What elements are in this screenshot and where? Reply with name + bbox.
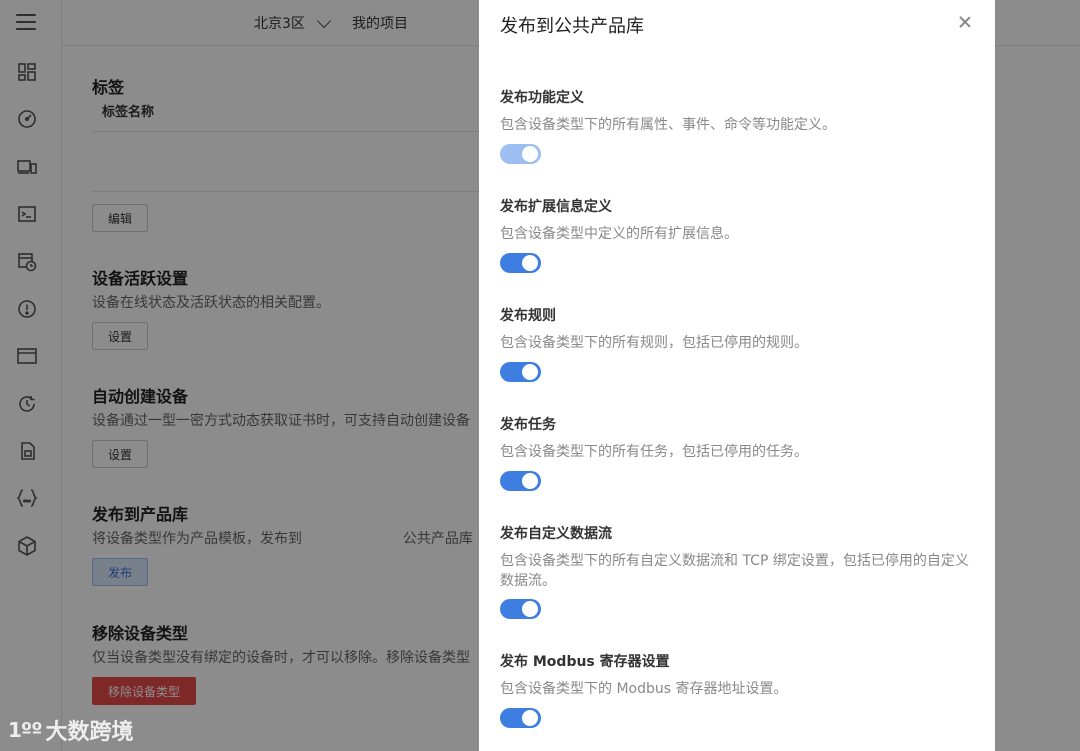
option-desc: 包含设备类型下的所有规则，包括已停用的规则。	[500, 335, 808, 351]
option-title: 发布规则	[500, 308, 556, 324]
watermark-mark: 1ºº	[8, 718, 42, 742]
option-extension-info: 发布扩展信息定义 包含设备类型中定义的所有扩展信息。	[500, 196, 980, 273]
toggle-custom-dataflow[interactable]	[500, 599, 541, 619]
watermark-text: 大数跨境	[45, 720, 134, 745]
option-title: 发布自定义数据流	[500, 526, 612, 542]
toggle-rules[interactable]	[500, 362, 541, 382]
option-title: 发布任务	[500, 417, 556, 433]
option-desc: 包含设备类型中定义的所有扩展信息。	[500, 226, 738, 242]
option-title: 发布扩展信息定义	[500, 199, 612, 215]
option-desc: 包含设备类型下的所有属性、事件、命令等功能定义。	[500, 117, 836, 133]
option-desc: 包含设备类型下的 Modbus 寄存器地址设置。	[500, 681, 788, 697]
option-modbus: 发布 Modbus 寄存器设置 包含设备类型下的 Modbus 寄存器地址设置。	[500, 651, 980, 728]
option-custom-dataflow: 发布自定义数据流 包含设备类型下的所有自定义数据流和 TCP 绑定设置，包括已停…	[500, 523, 980, 619]
toggle-modbus[interactable]	[500, 708, 541, 728]
toggle-extension-info[interactable]	[500, 253, 541, 273]
option-title: 发布功能定义	[500, 90, 584, 106]
toggle-tasks[interactable]	[500, 471, 541, 491]
drawer-title: 发布到公共产品库	[500, 16, 644, 37]
publish-drawer: 发布到公共产品库 发布功能定义 包含设备类型下的所有属性、事件、命令等功能定义。…	[479, 0, 995, 751]
option-rules: 发布规则 包含设备类型下的所有规则，包括已停用的规则。	[500, 305, 980, 382]
option-tasks: 发布任务 包含设备类型下的所有任务，包括已停用的任务。	[500, 414, 980, 491]
option-desc: 包含设备类型下的所有自定义数据流和 TCP 绑定设置，包括已停用的自定义数据流。	[500, 553, 969, 589]
option-function-definition: 发布功能定义 包含设备类型下的所有属性、事件、命令等功能定义。	[500, 87, 980, 164]
option-desc: 包含设备类型下的所有任务，包括已停用的任务。	[500, 444, 808, 460]
close-icon[interactable]	[957, 14, 973, 30]
watermark-logo: 1ºº 大数跨境	[8, 714, 134, 746]
option-title: 发布 Modbus 寄存器设置	[500, 654, 670, 670]
toggle-function-definition[interactable]	[500, 144, 541, 164]
